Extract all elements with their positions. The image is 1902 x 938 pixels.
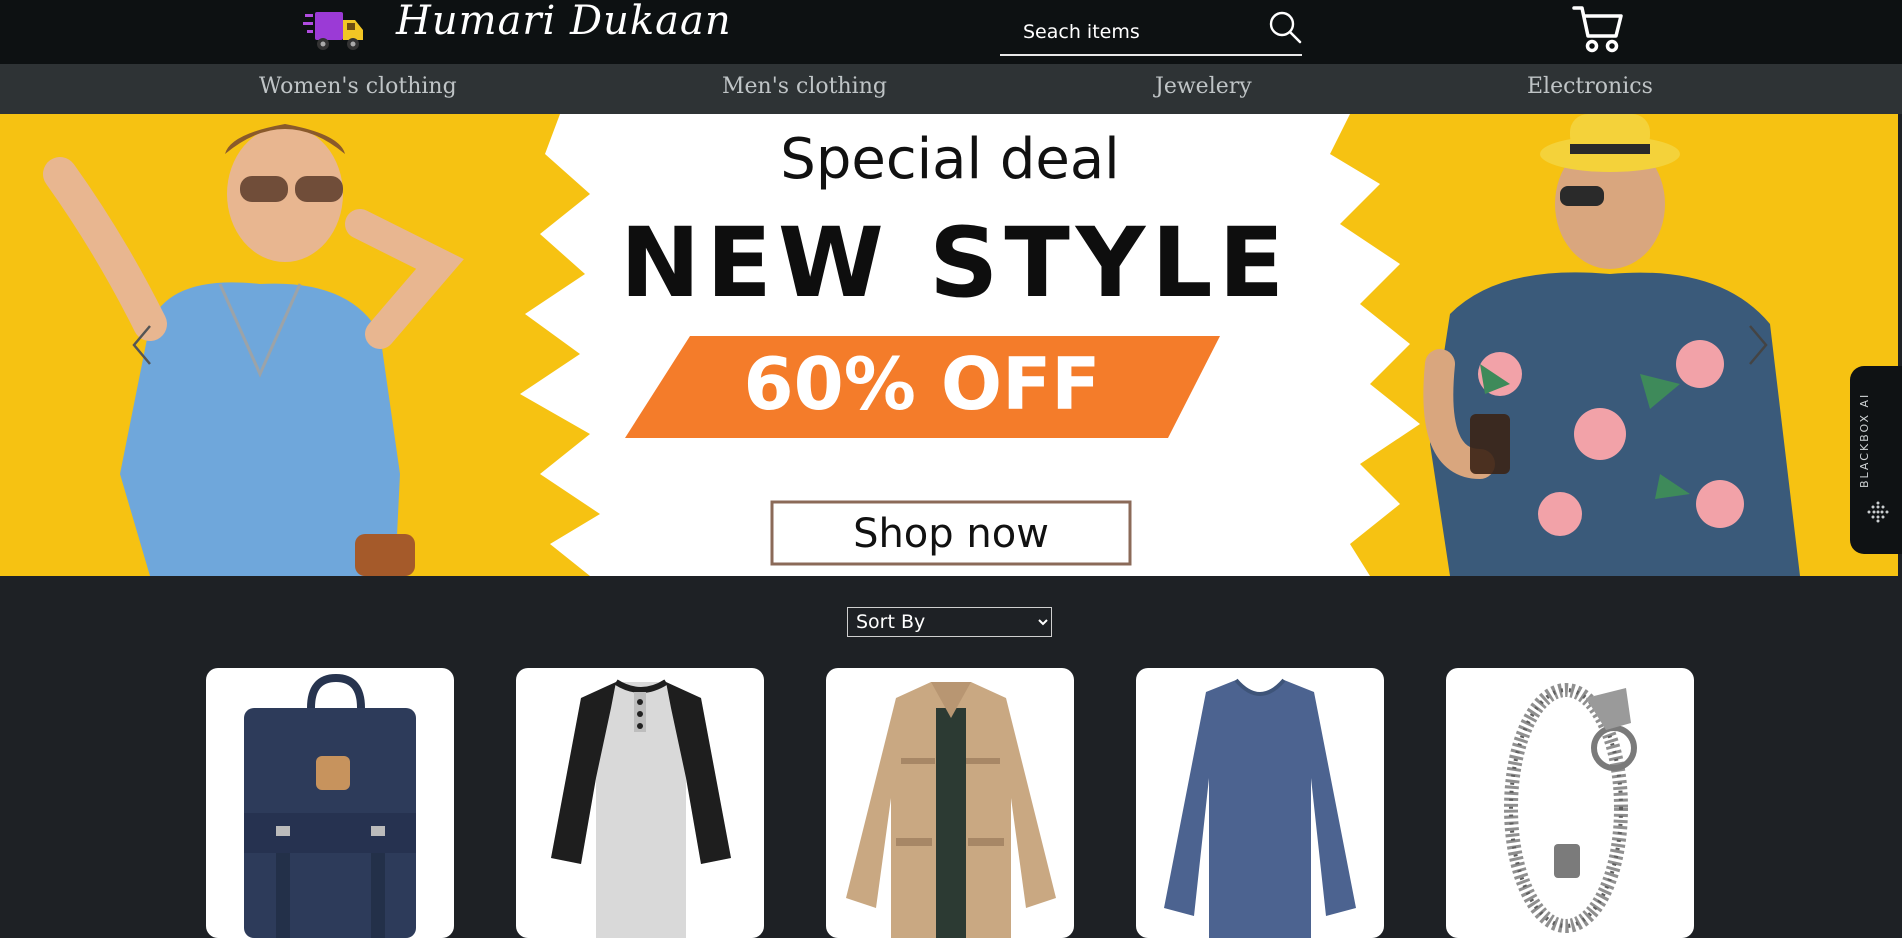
carousel-next-icon[interactable] <box>1742 320 1772 370</box>
blackbox-ai-widget[interactable]: BLACKBOX AI <box>1850 366 1902 554</box>
shop-now-button[interactable]: Shop now <box>853 511 1049 557</box>
top-header: Humari Dukaan <box>0 0 1902 64</box>
banner-line-1: Special deal <box>780 127 1119 192</box>
category-nav: Women's clothing Men's clothing Jewelery… <box>0 64 1902 114</box>
product-card-henley-shirt[interactable] <box>516 668 764 938</box>
jacket-image <box>846 682 1056 938</box>
nav-item-jewelery[interactable]: Jewelery <box>1155 74 1252 99</box>
search-input[interactable] <box>1000 16 1275 48</box>
brand-title[interactable]: Humari Dukaan <box>396 0 732 44</box>
blackbox-logo-icon <box>1867 501 1889 523</box>
banner-discount: 60% OFF <box>744 342 1101 426</box>
promo-carousel[interactable]: Special deal NEW STYLE 60% OFF Shop now <box>0 114 1898 576</box>
nav-item-womens-clothing[interactable]: Women's clothing <box>259 74 457 99</box>
search-icon[interactable] <box>1268 10 1302 44</box>
banner-line-2: NEW STYLE <box>620 207 1290 319</box>
nav-item-electronics[interactable]: Electronics <box>1527 74 1653 99</box>
henley-shirt-image <box>551 679 731 938</box>
truck-icon[interactable] <box>303 6 365 54</box>
search-bar <box>1000 6 1302 56</box>
product-card-backpack[interactable] <box>206 668 454 938</box>
nav-item-mens-clothing[interactable]: Men's clothing <box>722 74 887 99</box>
backpack-image <box>244 673 416 938</box>
product-card-bracelet[interactable] <box>1446 668 1694 938</box>
blackbox-ai-label: BLACKBOX AI <box>1858 392 1871 488</box>
product-card-tshirt[interactable] <box>1136 668 1384 938</box>
product-card-jacket[interactable] <box>826 668 1074 938</box>
tshirt-image <box>1164 678 1356 938</box>
sort-select[interactable]: Sort By <box>847 607 1052 637</box>
bracelet-image <box>1504 683 1637 933</box>
banner-image: Special deal NEW STYLE 60% OFF Shop now <box>0 114 1898 576</box>
cart-icon[interactable] <box>1572 2 1624 54</box>
carousel-prev-icon[interactable] <box>128 320 158 370</box>
